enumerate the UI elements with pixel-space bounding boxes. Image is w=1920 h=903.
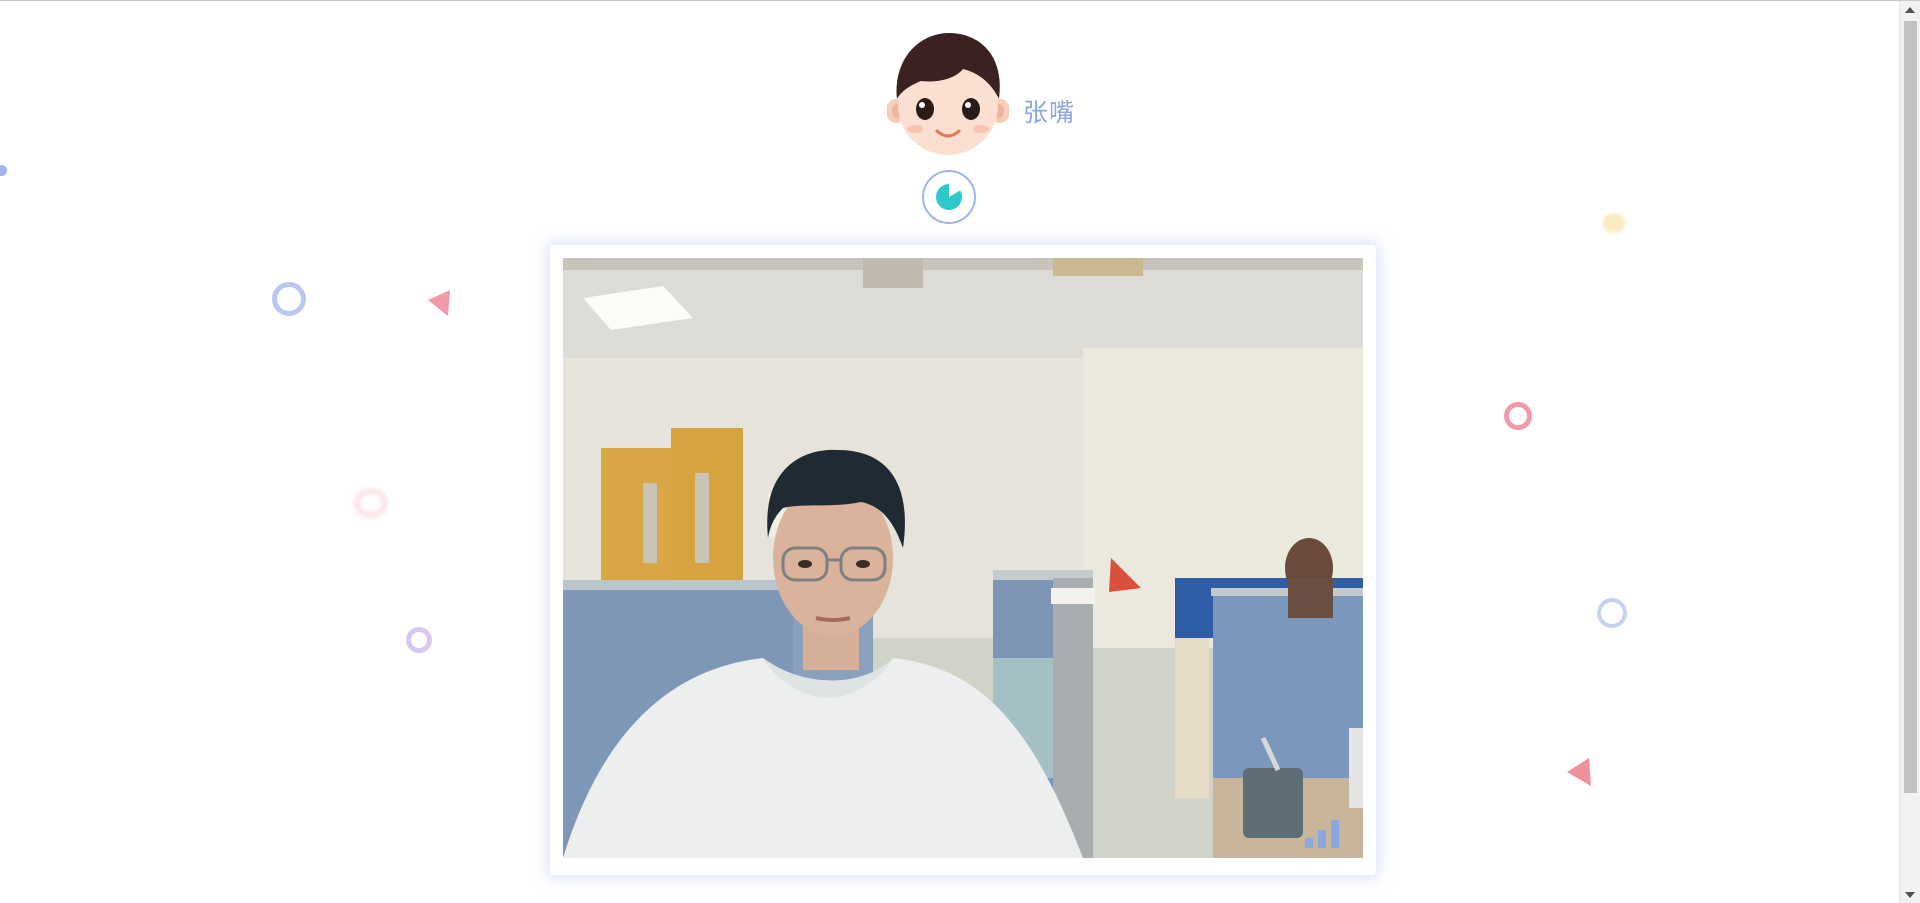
camera-feed-image (563, 258, 1363, 858)
scroll-thumb[interactable] (1904, 21, 1917, 793)
decor-triangle-pink-2 (1567, 758, 1593, 792)
cartoon-boy-avatar-icon (886, 33, 1010, 155)
signal-bars (1305, 820, 1339, 848)
triangle-shape (1567, 758, 1591, 786)
triangle-shape (428, 290, 450, 316)
camera-feed (563, 258, 1363, 858)
user-name: 张嘴 (1023, 98, 1076, 127)
signal-strength-icon (1305, 820, 1341, 848)
decor-ring-pink (1504, 402, 1532, 430)
pie-timer-icon (936, 183, 962, 210)
timer-button[interactable] (922, 170, 976, 224)
decor-dot-yellow (1603, 213, 1625, 233)
decor-ring-pink-blur (354, 488, 388, 518)
video-card (550, 245, 1376, 875)
scroll-up-arrow-icon[interactable] (1905, 7, 1915, 13)
user-avatar (886, 31, 1010, 157)
decor-ring-purple (406, 627, 432, 653)
scroll-down-arrow-icon[interactable] (1905, 892, 1915, 898)
decor-dot-left (0, 165, 7, 176)
decor-ring-blue-small (1597, 598, 1627, 628)
page: 张嘴 (0, 0, 1920, 903)
decor-ring-blue-large (272, 282, 306, 316)
vertical-scrollbar[interactable] (1899, 1, 1920, 903)
